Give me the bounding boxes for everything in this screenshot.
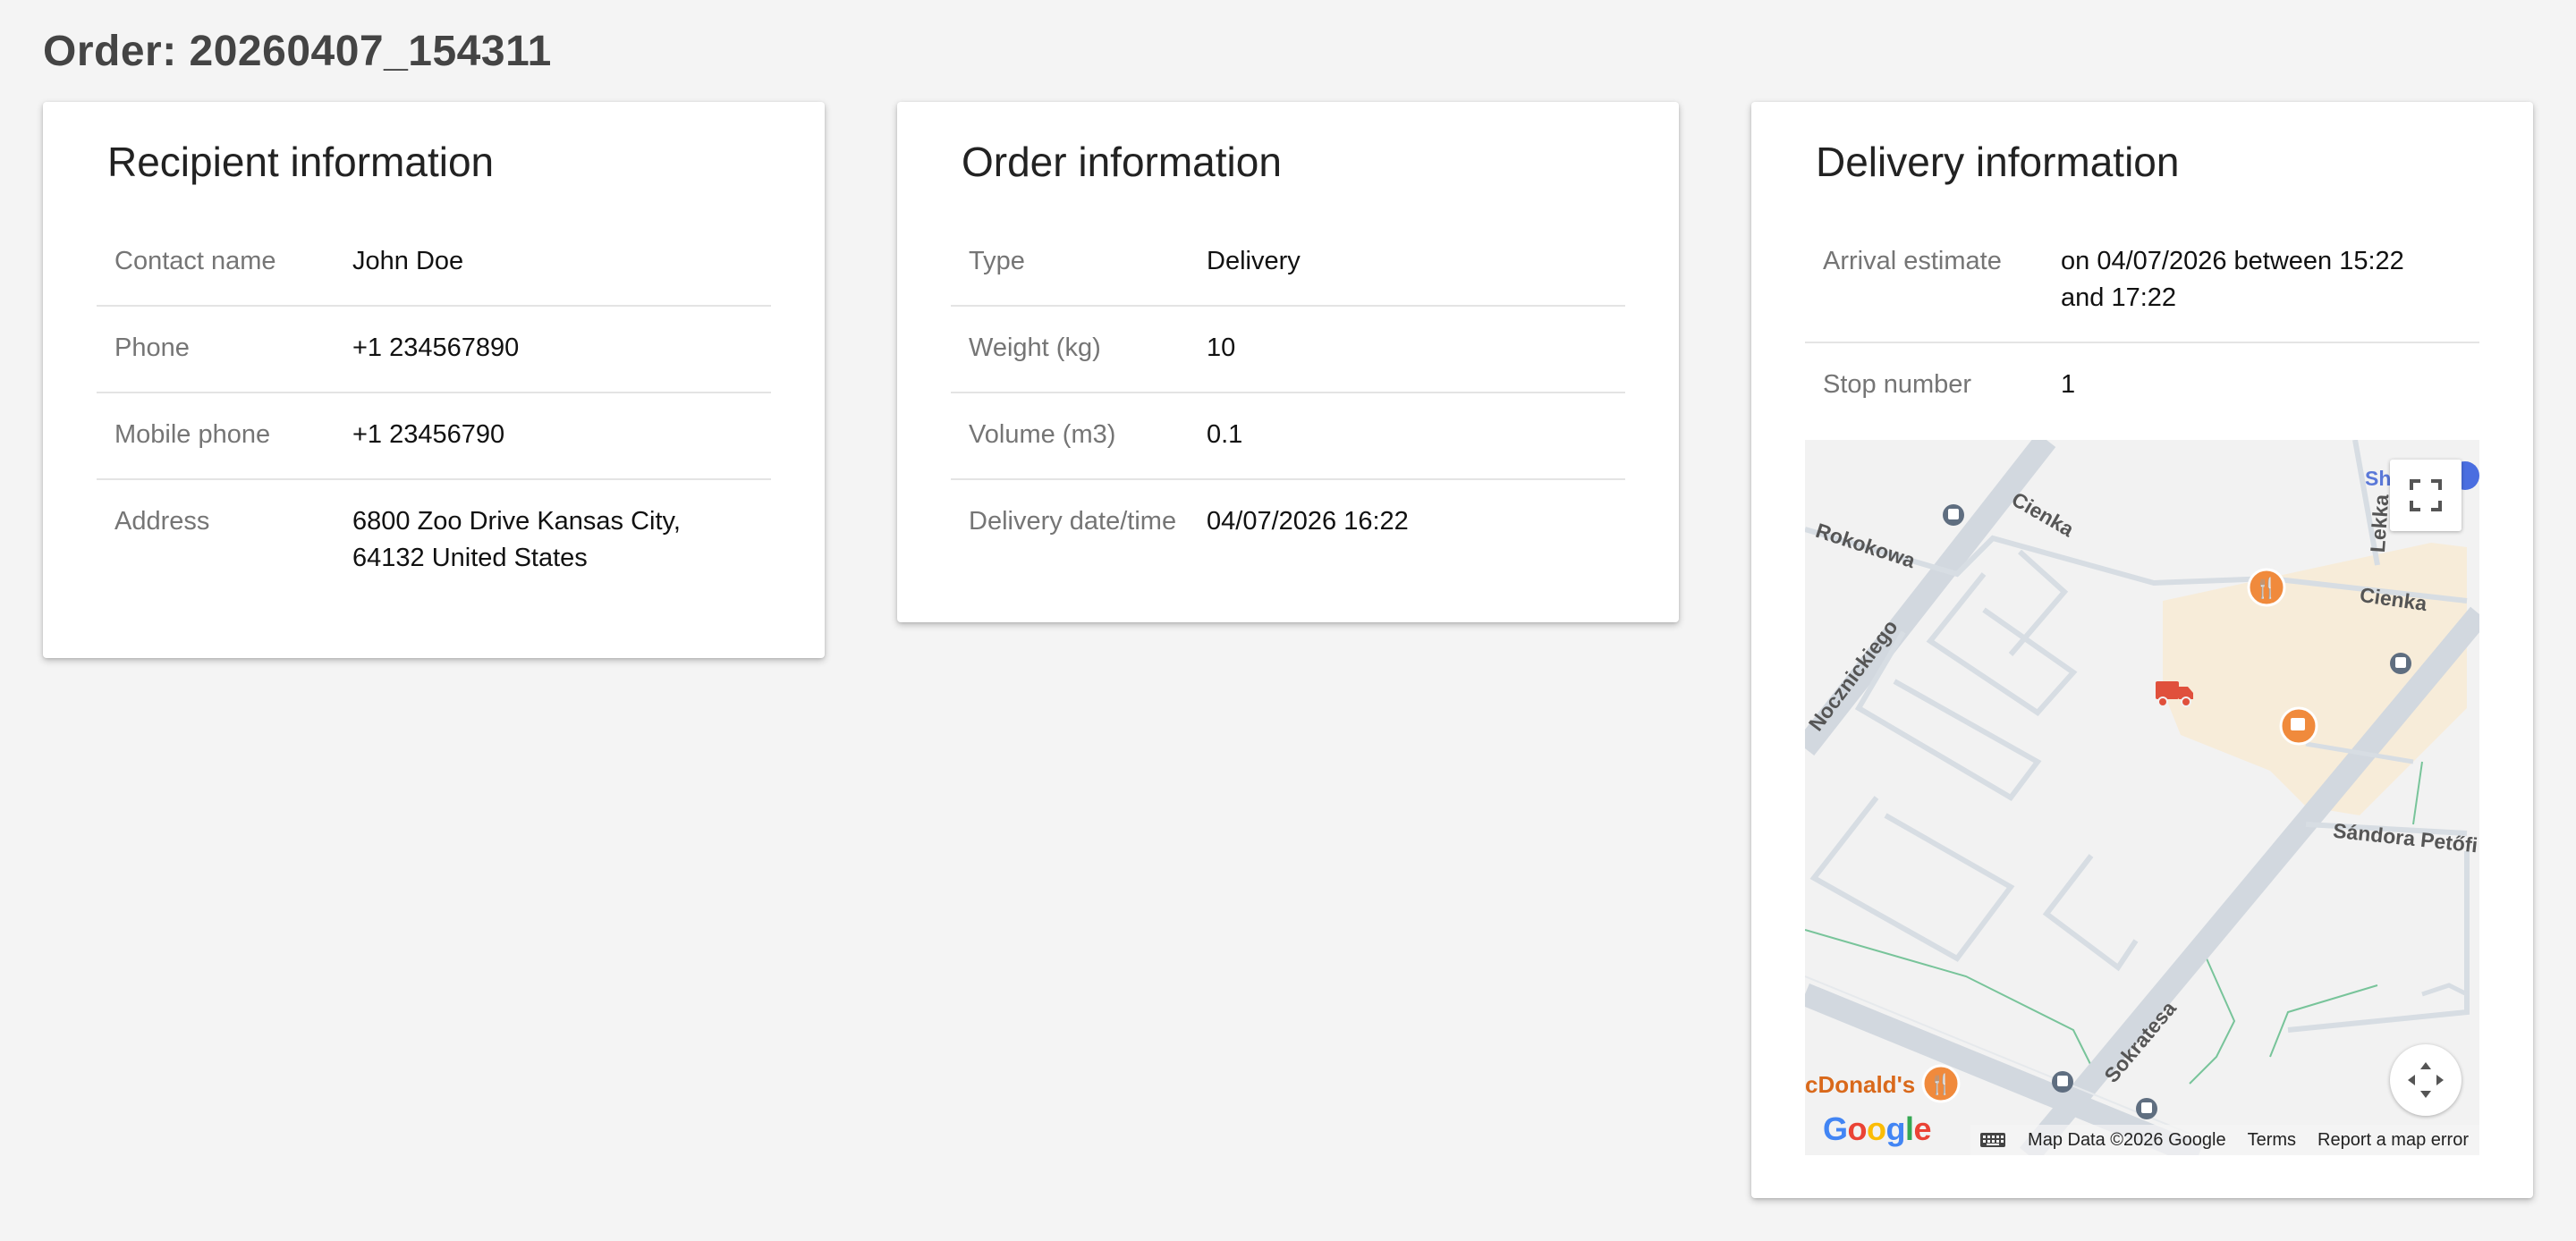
delivery-map[interactable]: 🍴 🍴 Rokokowa Cienka Cienka Lekka Nocznic… bbox=[1805, 440, 2479, 1155]
delivery-table: Arrival estimate on 04/07/2026 between 1… bbox=[1805, 220, 2479, 428]
row-label: Stop number bbox=[1823, 370, 1972, 399]
poi-label-mcdonalds[interactable]: cDonald's bbox=[1805, 1071, 1915, 1099]
google-logo-letter: o bbox=[1867, 1110, 1886, 1147]
row-value: John Doe bbox=[352, 247, 464, 275]
google-logo-letter: g bbox=[1885, 1110, 1906, 1147]
recipient-row-contact-name: Contact name John Doe bbox=[97, 220, 771, 307]
order-row-type: Type Delivery bbox=[951, 220, 1625, 307]
order-row-weight: Weight (kg) 10 bbox=[951, 307, 1625, 393]
recipient-card: Recipient information Contact name John … bbox=[43, 102, 825, 658]
svg-text:🍴: 🍴 bbox=[2254, 577, 2278, 600]
google-logo-letter: o bbox=[1847, 1110, 1868, 1147]
transit-marker bbox=[2052, 1071, 2073, 1093]
report-map-error-link[interactable]: Report a map error bbox=[2318, 1130, 2469, 1151]
recipient-card-title: Recipient information bbox=[107, 139, 495, 185]
row-value: Delivery bbox=[1207, 247, 1301, 275]
row-label: Address bbox=[114, 507, 210, 536]
row-label: Phone bbox=[114, 333, 190, 362]
google-logo[interactable]: Google bbox=[1823, 1110, 1932, 1148]
restaurant-poi: 🍴 bbox=[1921, 1064, 1961, 1103]
order-table: Type Delivery Weight (kg) 10 Volume (m3)… bbox=[951, 220, 1625, 565]
google-logo-letter: l bbox=[1905, 1110, 1914, 1147]
row-label: Arrival estimate bbox=[1823, 247, 2002, 275]
pan-control-button[interactable] bbox=[2390, 1044, 2462, 1116]
keyboard-icon[interactable] bbox=[1979, 1132, 2006, 1148]
row-value: 0.1 bbox=[1207, 420, 1243, 449]
cafe-poi bbox=[2279, 706, 2318, 746]
terms-link[interactable]: Terms bbox=[2248, 1130, 2296, 1151]
row-label: Delivery date/time bbox=[969, 507, 1177, 536]
row-value: 10 bbox=[1207, 333, 1236, 362]
row-value: +1 234567890 bbox=[352, 333, 520, 362]
google-logo-letter: e bbox=[1913, 1110, 1932, 1147]
transit-marker bbox=[2390, 653, 2411, 674]
row-label: Contact name bbox=[114, 247, 276, 275]
row-value: on 04/07/2026 between 15:22 and 17:22 bbox=[2061, 247, 2404, 312]
fullscreen-icon bbox=[2410, 479, 2442, 511]
map-footer: Map Data ©2026 Google Terms Report a map… bbox=[1970, 1125, 2479, 1155]
order-row-delivery-datetime: Delivery date/time 04/07/2026 16:22 bbox=[951, 480, 1625, 565]
delivery-card-title: Delivery information bbox=[1816, 139, 2180, 185]
map-data-attribution: Map Data ©2026 Google bbox=[2028, 1129, 2226, 1150]
row-value: 6800 Zoo Drive Kansas City, 64132 United… bbox=[352, 507, 681, 572]
recipient-row-mobile-phone: Mobile phone +1 23456790 bbox=[97, 393, 771, 480]
transit-marker bbox=[1943, 504, 1964, 526]
row-value: +1 23456790 bbox=[352, 420, 505, 449]
delivery-row-stop-number: Stop number 1 bbox=[1805, 343, 2479, 428]
row-value: 1 bbox=[2061, 370, 2076, 399]
row-value: 04/07/2026 16:22 bbox=[1207, 507, 1409, 536]
pan-control-icon bbox=[2408, 1062, 2444, 1098]
street-label-sh: Sh bbox=[2365, 467, 2392, 490]
google-logo-letter: G bbox=[1823, 1110, 1848, 1147]
order-card-title: Order information bbox=[962, 139, 1282, 185]
row-label: Mobile phone bbox=[114, 420, 271, 449]
recipient-row-address: Address 6800 Zoo Drive Kansas City, 6413… bbox=[97, 480, 771, 602]
row-label: Weight (kg) bbox=[969, 333, 1101, 362]
order-card: Order information Type Delivery Weight (… bbox=[897, 102, 1679, 622]
park-path bbox=[2412, 761, 2423, 825]
delivery-row-arrival-estimate: Arrival estimate on 04/07/2026 between 1… bbox=[1805, 220, 2479, 343]
row-label: Volume (m3) bbox=[969, 420, 1116, 449]
transit-marker bbox=[2136, 1098, 2157, 1119]
row-label: Type bbox=[969, 247, 1025, 275]
page-title: Order: 20260407_154311 bbox=[43, 28, 552, 75]
svg-text:🍴: 🍴 bbox=[1928, 1073, 1953, 1096]
restaurant-poi: 🍴 bbox=[2247, 568, 2286, 607]
recipient-table: Contact name John Doe Phone +1 234567890… bbox=[97, 220, 771, 602]
fullscreen-button[interactable] bbox=[2390, 460, 2462, 531]
recipient-row-phone: Phone +1 234567890 bbox=[97, 307, 771, 393]
delivery-card: Delivery information Arrival estimate on… bbox=[1751, 102, 2533, 1198]
order-row-volume: Volume (m3) 0.1 bbox=[951, 393, 1625, 480]
